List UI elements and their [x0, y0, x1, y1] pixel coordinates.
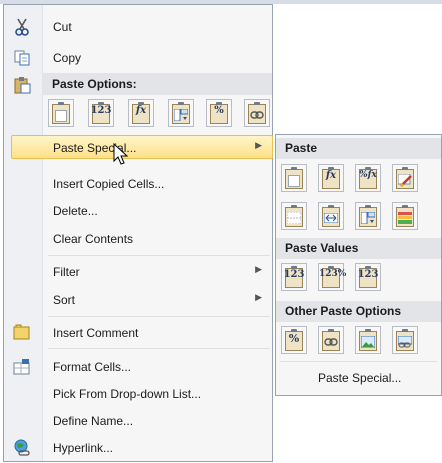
- insert-comment-item[interactable]: Insert Comment: [4, 320, 272, 346]
- paste-picture-tile[interactable]: [355, 326, 381, 354]
- submenu-arrow-icon: ▶: [255, 292, 262, 302]
- other-paste-options-title: Other Paste Options: [285, 304, 402, 318]
- conditional-format-icon: [398, 212, 412, 224]
- paste-link-tile[interactable]: [318, 326, 344, 354]
- paste-link-tile[interactable]: [244, 99, 270, 127]
- submenu-separator: [280, 361, 437, 362]
- values-percent-glyph: 123%: [319, 269, 347, 279]
- transpose-icon: [174, 109, 188, 121]
- column-width-icon: [324, 213, 338, 223]
- paste-tile[interactable]: [48, 99, 74, 127]
- define-name-item[interactable]: Define Name...: [4, 408, 272, 434]
- insert-comment-label: Insert Comment: [53, 326, 139, 340]
- paste-values-number-format-tile[interactable]: 123%: [318, 263, 347, 291]
- paste-section-header: Paste: [276, 138, 441, 159]
- sort-item[interactable]: Sort ▶: [4, 287, 272, 313]
- menu-separator: [48, 316, 270, 317]
- paste-keep-source-formatting-tile[interactable]: [392, 164, 418, 192]
- paste-transpose-tile[interactable]: [355, 202, 381, 230]
- percent-formula-glyph: %fx: [359, 170, 377, 180]
- submenu-arrow-icon: ▶: [255, 140, 262, 150]
- clipboard-icon: [52, 102, 70, 124]
- paste-formatting-tile[interactable]: %: [281, 326, 307, 354]
- format-cells-item[interactable]: Format Cells...: [4, 354, 272, 380]
- format-cells-icon: [13, 359, 30, 375]
- insert-copied-cells-label: Insert Copied Cells...: [53, 177, 165, 191]
- paste-formulas-tile[interactable]: fx: [318, 164, 344, 192]
- delete-item[interactable]: Delete...: [4, 198, 272, 224]
- paste-section-title: Paste: [285, 141, 318, 155]
- paste-formulas-number-format-tile[interactable]: %fx: [355, 164, 381, 192]
- hyperlink-label: Hyperlink...: [53, 441, 114, 455]
- paste-special-item[interactable]: Paste Special... ▶: [4, 135, 272, 161]
- paste-options-title: Paste Options:: [52, 77, 137, 91]
- clipboard-icon: [285, 167, 303, 189]
- insert-copied-cells-item[interactable]: Insert Copied Cells...: [4, 171, 272, 197]
- submenu-arrow-icon: ▶: [255, 264, 262, 274]
- paste-linked-picture-tile[interactable]: [392, 326, 418, 354]
- paste-formatting-tile[interactable]: %: [206, 99, 232, 127]
- copy-label: Copy: [53, 51, 82, 65]
- formula-glyph: fx: [325, 170, 337, 181]
- comment-icon: [13, 324, 30, 340]
- percent-glyph: %: [288, 332, 300, 345]
- scissors-icon: [15, 18, 29, 36]
- other-paste-options-header: Other Paste Options: [276, 301, 441, 322]
- hyperlink-item[interactable]: Hyperlink...: [4, 435, 272, 461]
- hyperlink-globe-icon: [14, 439, 30, 456]
- pick-from-list-label: Pick From Drop-down List...: [53, 387, 202, 401]
- copy-item[interactable]: Copy: [4, 45, 272, 71]
- paste-options-header: Paste Options:: [42, 73, 272, 95]
- values-glyph: 123: [90, 105, 112, 116]
- link-icon: [324, 338, 338, 346]
- values-brush-glyph: 123: [357, 269, 379, 280]
- paintbrush-icon: [398, 174, 412, 187]
- values-glyph: 123: [283, 269, 305, 280]
- formula-glyph: fx: [135, 105, 147, 116]
- paste-transpose-tile[interactable]: [168, 99, 194, 127]
- paste-special-submenu: Paste fx %fx Paste Values 123 123% 123 O…: [275, 134, 442, 396]
- paste-formulas-tile[interactable]: fx: [128, 99, 154, 127]
- sort-label: Sort: [53, 293, 76, 307]
- paste-tile[interactable]: [281, 164, 307, 192]
- paste-values-tile[interactable]: 123: [281, 263, 307, 291]
- paste-clipboard-icon: [14, 77, 31, 94]
- paste-values-section-title: Paste Values: [285, 241, 359, 255]
- transpose-icon: [361, 212, 375, 224]
- clear-contents-item[interactable]: Clear Contents: [4, 226, 272, 252]
- mouse-pointer-icon: [113, 143, 129, 165]
- paste-merge-conditional-formatting-tile[interactable]: [392, 202, 418, 230]
- context-menu: Cut Copy Paste Options: 123 fx % Paste S…: [3, 4, 273, 462]
- paste-no-borders-tile[interactable]: [281, 202, 307, 230]
- percent-glyph: %: [214, 105, 224, 116]
- menu-separator: [48, 255, 270, 256]
- copy-icon: [14, 50, 30, 66]
- linked-picture-icon: [398, 336, 412, 348]
- link-icon: [250, 111, 264, 119]
- picture-icon: [361, 336, 375, 348]
- paste-special-dialog-item[interactable]: Paste Special...: [318, 371, 401, 385]
- filter-label: Filter: [53, 265, 80, 279]
- format-cells-label: Format Cells...: [53, 360, 132, 374]
- clear-contents-label: Clear Contents: [53, 232, 134, 246]
- filter-item[interactable]: Filter ▶: [4, 259, 272, 285]
- pick-from-list-item[interactable]: Pick From Drop-down List...: [4, 381, 272, 407]
- menu-separator: [48, 348, 270, 349]
- no-borders-icon: [287, 212, 301, 224]
- paste-values-tile[interactable]: 123: [88, 99, 114, 127]
- paste-values-section-header: Paste Values: [276, 238, 441, 259]
- paste-values-source-formatting-tile[interactable]: 123: [355, 263, 381, 291]
- paste-keep-column-widths-tile[interactable]: [318, 202, 344, 230]
- cut-label: Cut: [53, 20, 72, 34]
- delete-label: Delete...: [53, 204, 98, 218]
- cut-item[interactable]: Cut: [4, 14, 272, 40]
- define-name-label: Define Name...: [53, 414, 134, 428]
